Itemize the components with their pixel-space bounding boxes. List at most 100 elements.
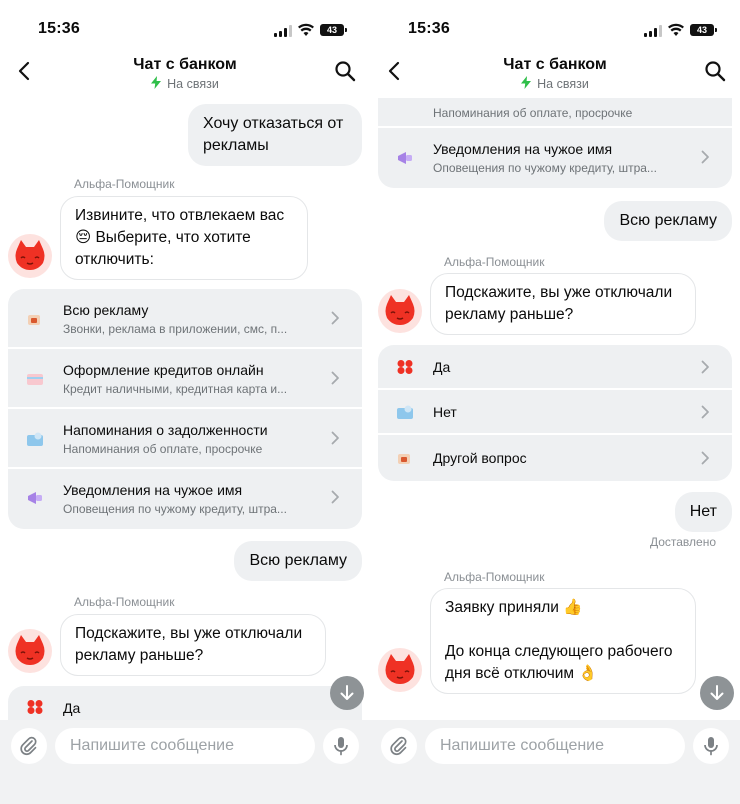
- tea-cup-icon: [398, 454, 410, 464]
- message-composer: Напишите сообщение: [370, 720, 740, 804]
- battery-icon: 43: [690, 24, 717, 36]
- bot-avatar: [8, 629, 52, 673]
- option-debt-reminders[interactable]: Напоминания о задолженности Напоминания …: [8, 409, 362, 469]
- option-title: Да: [433, 359, 451, 375]
- reminder-icon: [397, 405, 413, 419]
- status-bar: 15:36 43: [370, 0, 740, 52]
- bot-message-line: 😔 Выберите, что хотите: [75, 229, 251, 246]
- option-subtitle: Звонки, реклама в приложении, смс, п...: [63, 322, 288, 336]
- bot-message: Подскажите, вы уже отключали рекламу ран…: [60, 614, 326, 676]
- option-title: Уведомления на чужое имя: [433, 141, 613, 157]
- message-composer: Напишите сообщение: [0, 720, 370, 804]
- chevron-right-icon: [331, 371, 339, 385]
- option-subtitle: Оповещения по чужому кредиту, штра...: [433, 161, 657, 175]
- bot-message: Извините, что отвлекаем вас 😔 Выберите, …: [60, 196, 308, 280]
- option-third-party-notices[interactable]: Уведомления на чужое имя Оповещения по ч…: [8, 469, 362, 527]
- option-title: Напоминания о задолженности: [63, 422, 268, 438]
- option-online-credit[interactable]: Оформление кредитов онлайн Кредит наличн…: [8, 349, 362, 409]
- bot-message-line: дня всё отключим 👌: [445, 665, 598, 682]
- microphone-button[interactable]: [323, 728, 359, 764]
- message-list[interactable]: Хочу отказаться от рекламы Альфа-Помощни…: [0, 98, 370, 720]
- microphone-button[interactable]: [693, 728, 729, 764]
- option-yes[interactable]: Да: [8, 686, 362, 720]
- tea-cup-icon: [28, 315, 40, 325]
- bolt-icon: [521, 76, 532, 89]
- online-status-text: На связи: [167, 77, 219, 91]
- bot-avatar: [8, 234, 52, 278]
- arrow-down-icon: [710, 685, 724, 700]
- bot-message-line: Заявку приняли 👍: [445, 599, 583, 616]
- chevron-right-icon: [701, 150, 709, 164]
- status-bar: 15:36 43: [0, 0, 370, 52]
- option-third-party-notices[interactable]: Уведомления на чужое имя Оповещения по ч…: [378, 128, 732, 188]
- status-time: 15:36: [408, 20, 450, 37]
- chat-screen-right: 15:36 43 Чат с банком На связи Напоминан…: [370, 0, 740, 804]
- bot-message-line: Подскажите, вы уже отключали: [75, 625, 303, 642]
- delivery-status: Доставлено: [649, 535, 716, 549]
- option-title: Да: [63, 700, 81, 716]
- option-subtitle: Напоминания об оплате, просрочке: [63, 442, 263, 456]
- bot-message: Заявку приняли 👍 До конца следующего раб…: [430, 588, 696, 694]
- option-title: Уведомления на чужое имя: [63, 482, 243, 498]
- microphone-icon: [704, 737, 718, 756]
- scroll-down-button[interactable]: [700, 676, 734, 710]
- message-input[interactable]: Напишите сообщение: [55, 728, 315, 764]
- quick-reply-list: Напоминания об оплате, просрочке Уведомл…: [378, 98, 732, 188]
- search-icon[interactable]: [704, 60, 726, 82]
- sender-name: Альфа-Помощник: [74, 595, 175, 609]
- scroll-down-button[interactable]: [330, 676, 364, 710]
- clover-icon: [27, 700, 43, 714]
- online-status: На связи: [0, 76, 370, 91]
- card-icon: [27, 374, 43, 385]
- option-title: Другой вопрос: [433, 450, 527, 466]
- message-input[interactable]: Напишите сообщение: [425, 728, 685, 764]
- chevron-right-icon: [701, 360, 709, 374]
- signal-icon: [274, 25, 292, 37]
- chat-header: Чат с банком На связи: [0, 52, 370, 98]
- option-yes[interactable]: Да: [378, 345, 732, 390]
- bot-message-line: рекламу раньше?: [445, 306, 574, 323]
- option-title: Нет: [433, 404, 457, 420]
- chevron-right-icon: [331, 490, 339, 504]
- online-status-text: На связи: [537, 77, 589, 91]
- search-icon[interactable]: [334, 60, 356, 82]
- bot-message: Подскажите, вы уже отключали рекламу ран…: [430, 273, 696, 335]
- sender-name: Альфа-Помощник: [74, 177, 175, 191]
- bot-message-line: До конца следующего рабочего: [445, 643, 673, 660]
- chat-screen-left: 15:36 43 Чат с банком На связи Хочу отка…: [0, 0, 370, 804]
- user-message: Хочу отказаться от рекламы: [188, 104, 362, 166]
- bot-message-line: Подскажите, вы уже отключали: [445, 284, 673, 301]
- chat-title: Чат с банком: [503, 56, 607, 73]
- message-list[interactable]: Напоминания об оплате, просрочке Уведомл…: [370, 98, 740, 720]
- chevron-right-icon: [331, 311, 339, 325]
- sender-name: Альфа-Помощник: [444, 255, 545, 269]
- user-message: Всю рекламу: [604, 201, 732, 241]
- user-message: Всю рекламу: [234, 541, 362, 581]
- wifi-icon: [298, 23, 314, 36]
- reminder-icon: [27, 432, 43, 446]
- option-title: Оформление кредитов онлайн: [63, 362, 264, 378]
- paperclip-icon: [20, 736, 37, 756]
- option-no[interactable]: Нет: [378, 390, 732, 435]
- attach-button[interactable]: [381, 728, 417, 764]
- megaphone-icon: [28, 492, 42, 504]
- option-all-ads[interactable]: Всю рекламу Звонки, реклама в приложении…: [8, 289, 362, 349]
- option-subtitle: Напоминания об оплате, просрочке: [433, 106, 633, 120]
- sender-name: Альфа-Помощник: [444, 570, 545, 584]
- chevron-right-icon: [331, 431, 339, 445]
- microphone-icon: [334, 737, 348, 756]
- option-other-question[interactable]: Другой вопрос: [378, 435, 732, 481]
- bot-message-line: отключить:: [75, 251, 154, 268]
- option-debt-reminders[interactable]: Напоминания об оплате, просрочке: [378, 98, 732, 128]
- user-message: Нет: [674, 492, 732, 532]
- attach-button[interactable]: [11, 728, 47, 764]
- quick-reply-list: Всю рекламу Звонки, реклама в приложении…: [8, 289, 362, 529]
- option-title: Всю рекламу: [63, 302, 149, 318]
- bot-message-line: Извините, что отвлекаем вас: [75, 207, 285, 224]
- quick-reply-list: Да Нет Другой вопрос: [378, 345, 732, 481]
- chat-header: Чат с банком На связи: [370, 52, 740, 98]
- bot-message-line: рекламу раньше?: [75, 647, 204, 664]
- bolt-icon: [151, 76, 162, 89]
- wifi-icon: [668, 23, 684, 36]
- bot-avatar: [378, 648, 422, 692]
